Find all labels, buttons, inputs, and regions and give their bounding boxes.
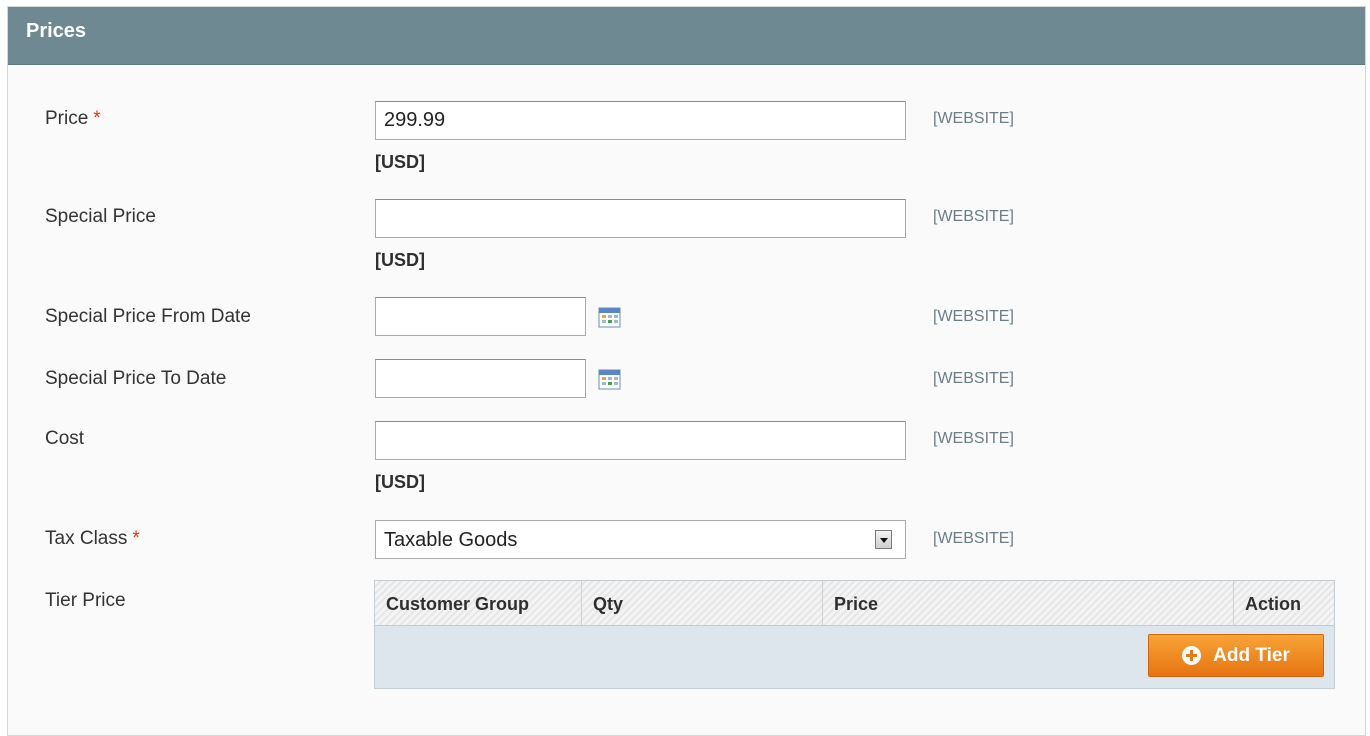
tax-class-scope: [WEBSITE]	[933, 530, 1014, 547]
special-from-scope: [WEBSITE]	[933, 308, 1014, 325]
special-price-label: Special Price	[45, 206, 156, 227]
cost-scope: [WEBSITE]	[933, 430, 1014, 447]
tier-price-table: Customer Group Qty Price Action Add Tier	[374, 580, 1335, 689]
tier-price-label: Tier Price	[45, 590, 126, 611]
special-from-input[interactable]	[375, 297, 586, 336]
tax-class-select[interactable]: Taxable Goods	[375, 520, 906, 559]
cost-currency: [USD]	[375, 472, 425, 492]
special-to-input[interactable]	[375, 359, 586, 398]
special-from-label: Special Price From Date	[45, 306, 251, 327]
plus-circle-icon	[1182, 646, 1202, 665]
cost-input[interactable]	[375, 421, 906, 460]
required-mark: *	[93, 108, 101, 129]
calendar-icon[interactable]	[598, 307, 621, 328]
special-to-label: Special Price To Date	[45, 368, 227, 389]
special-price-currency: [USD]	[375, 250, 425, 270]
price-label: Price *	[45, 108, 101, 129]
add-tier-button[interactable]: Add Tier	[1148, 634, 1324, 677]
price-input[interactable]	[375, 101, 906, 140]
special-price-input[interactable]	[375, 199, 906, 238]
add-tier-label: Add Tier	[1213, 644, 1290, 666]
price-currency: [USD]	[375, 152, 425, 172]
calendar-icon[interactable]	[598, 369, 621, 390]
tax-class-label: Tax Class *	[45, 528, 140, 549]
section-title: Prices	[26, 20, 87, 42]
tax-class-selected: Taxable Goods	[384, 529, 518, 551]
required-mark: *	[132, 528, 140, 549]
column-action: Action	[1233, 581, 1334, 625]
column-customer-group: Customer Group	[386, 594, 530, 614]
price-scope: [WEBSITE]	[933, 110, 1014, 127]
section-header: Prices	[8, 7, 1365, 65]
cost-label: Cost	[45, 428, 85, 449]
chevron-down-icon[interactable]	[875, 530, 892, 549]
tier-price-header: Customer Group Qty Price Action	[375, 581, 1334, 626]
column-price: Price	[822, 581, 1233, 625]
column-qty: Qty	[581, 581, 822, 625]
special-to-scope: [WEBSITE]	[933, 370, 1014, 387]
special-price-scope: [WEBSITE]	[933, 208, 1014, 225]
